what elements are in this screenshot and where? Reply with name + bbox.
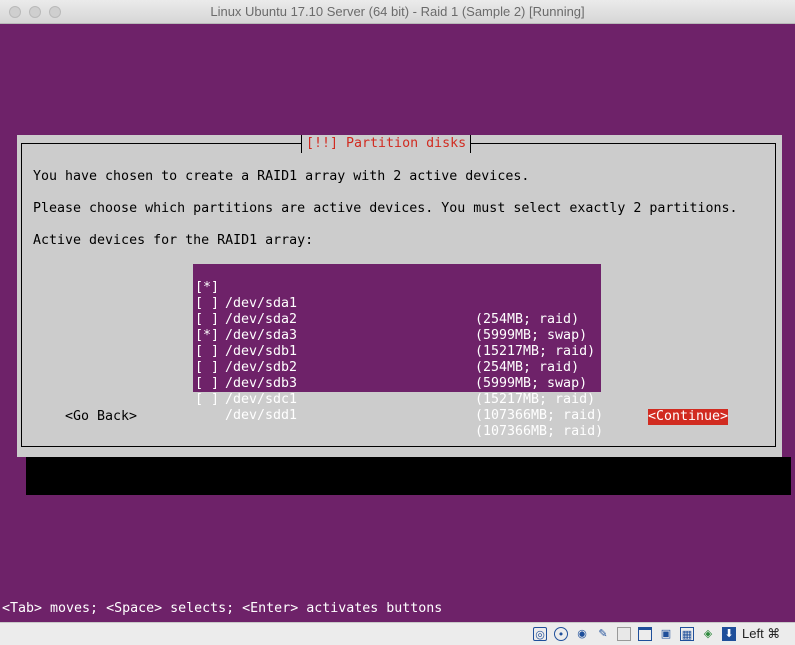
device-info: (15217MB; raid): [475, 392, 596, 407]
device-row[interactable]: [*] /dev/sda1 (254MB; raid): [193, 264, 601, 327]
hard-disk-icon[interactable]: ◎: [533, 627, 547, 641]
dialog-title: [!!] Partition disks: [301, 135, 472, 153]
window-title-bar: Linux Ubuntu 17.10 Server (64 bit) - Rai…: [0, 0, 795, 24]
device-row[interactable]: [ ] /dev/sdd1 (107366MB; raid): [193, 376, 603, 439]
continue-button[interactable]: <Continue>: [648, 409, 729, 425]
partition-dialog: [!!] Partition disks You have chosen to …: [17, 135, 782, 457]
host-key-label: Left ⌘: [742, 626, 781, 641]
device-row[interactable]: [ ] /dev/sdb3 (15217MB; raid): [193, 344, 601, 407]
active-devices-prompt: Active devices for the RAID1 array:: [33, 233, 314, 248]
device-row[interactable]: [ ] /dev/sdb2 (5999MB; swap): [193, 328, 601, 391]
window-title: Linux Ubuntu 17.10 Server (64 bit) - Rai…: [210, 4, 585, 19]
screen-capture-icon[interactable]: ▣: [659, 627, 673, 641]
device-row[interactable]: [ ] /dev/sdc1 (107366MB; raid): [193, 360, 603, 423]
usb-icon[interactable]: ✎: [596, 627, 610, 641]
audio-icon[interactable]: ◉: [575, 627, 589, 641]
device-checkbox[interactable]: [ ]: [195, 392, 219, 408]
shared-folder-icon[interactable]: [617, 627, 631, 641]
device-info: (107366MB; raid): [475, 424, 604, 439]
dialog-shadow: [26, 457, 791, 495]
device-info: (107366MB; raid): [475, 408, 604, 423]
display-icon[interactable]: [638, 627, 652, 641]
vm-screen[interactable]: [!!] Partition disks You have chosen to …: [0, 24, 795, 622]
keyboard-help-text: <Tab> moves; <Space> selects; <Enter> ac…: [2, 601, 443, 616]
device-list[interactable]: [*] /dev/sda1 (254MB; raid) [ ] /dev/sda…: [193, 264, 603, 439]
network-icon[interactable]: ◈: [701, 627, 715, 641]
video-capture-icon[interactable]: ▦: [680, 627, 694, 641]
go-back-button[interactable]: <Go Back>: [65, 409, 137, 425]
optical-drive-icon[interactable]: •: [554, 627, 568, 641]
message-choose-partitions: Please choose which partitions are activ…: [33, 201, 738, 216]
device-row[interactable]: [ ] /dev/sda3 (15217MB; raid): [193, 296, 601, 359]
mouse-integration-icon[interactable]: ⬇: [722, 627, 736, 641]
device-name: /dev/sdd1: [225, 408, 298, 423]
vm-status-bar: ◎ • ◉ ✎ ▣ ▦ ◈ ⬇ Left ⌘: [0, 622, 795, 645]
device-row[interactable]: [*] /dev/sdb1 (254MB; raid): [193, 312, 601, 375]
device-row[interactable]: [ ] /dev/sda2 (5999MB; swap): [193, 280, 601, 343]
message-raid-count: You have chosen to create a RAID1 array …: [33, 169, 530, 184]
